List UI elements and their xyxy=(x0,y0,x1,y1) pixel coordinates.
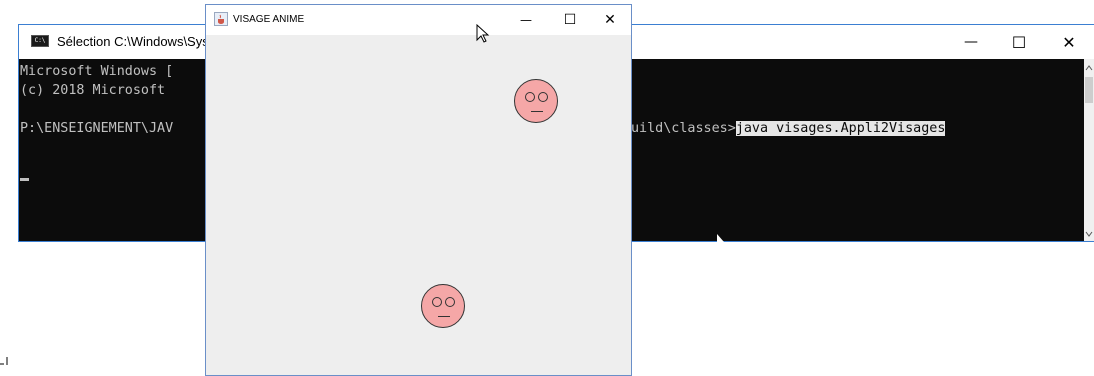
java-minimize-button[interactable]: — xyxy=(506,5,546,35)
java-frame-title: VISAGE ANIME xyxy=(233,14,305,25)
cmd-app-icon: C:\ xyxy=(31,35,49,47)
java-maximize-button[interactable]: ☐ xyxy=(550,5,590,35)
face-eye-right xyxy=(538,92,548,102)
console-line-copyright: (c) 2018 Microsoft xyxy=(20,83,166,98)
text-cursor xyxy=(20,178,29,181)
pointer-artifact-icon xyxy=(717,234,724,242)
console-scroll-thumb[interactable] xyxy=(1085,77,1093,103)
java-frame-content xyxy=(206,35,631,375)
console-line-path: P:\ENSEIGNEMENT\JAV xyxy=(20,121,174,136)
console-scrollbar[interactable] xyxy=(1084,59,1094,241)
face-eye-left xyxy=(525,92,535,102)
console-line-path-end: uild\classes>java visages.Appli2Visages xyxy=(631,121,946,137)
java-cup-icon xyxy=(214,12,228,26)
java-frame-window[interactable]: VISAGE ANIME — ☐ ✕ xyxy=(205,4,632,376)
console-close-button[interactable]: ✕ xyxy=(1046,25,1092,59)
face-mouth xyxy=(438,316,450,317)
scroll-down-icon[interactable] xyxy=(1084,229,1094,239)
face-eye-right xyxy=(445,297,455,307)
console-maximize-button[interactable]: ☐ xyxy=(996,25,1042,59)
caret-mark-icon xyxy=(0,357,8,365)
java-frame-titlebar[interactable]: VISAGE ANIME — ☐ ✕ xyxy=(206,5,631,35)
console-selected-command[interactable]: java visages.Appli2Visages xyxy=(735,121,946,136)
face-mouth xyxy=(531,111,543,112)
face-eye-left xyxy=(432,297,442,307)
scroll-up-icon[interactable] xyxy=(1084,63,1094,73)
face-top-right xyxy=(514,79,558,123)
face-bottom xyxy=(421,284,465,328)
console-minimize-button[interactable]: — xyxy=(948,25,994,59)
console-prompt-text: uild\classes> xyxy=(631,121,736,136)
java-close-button[interactable]: ✕ xyxy=(590,5,630,35)
mouse-pointer-icon xyxy=(476,24,490,43)
console-line-version: Microsoft Windows [ xyxy=(20,64,174,79)
